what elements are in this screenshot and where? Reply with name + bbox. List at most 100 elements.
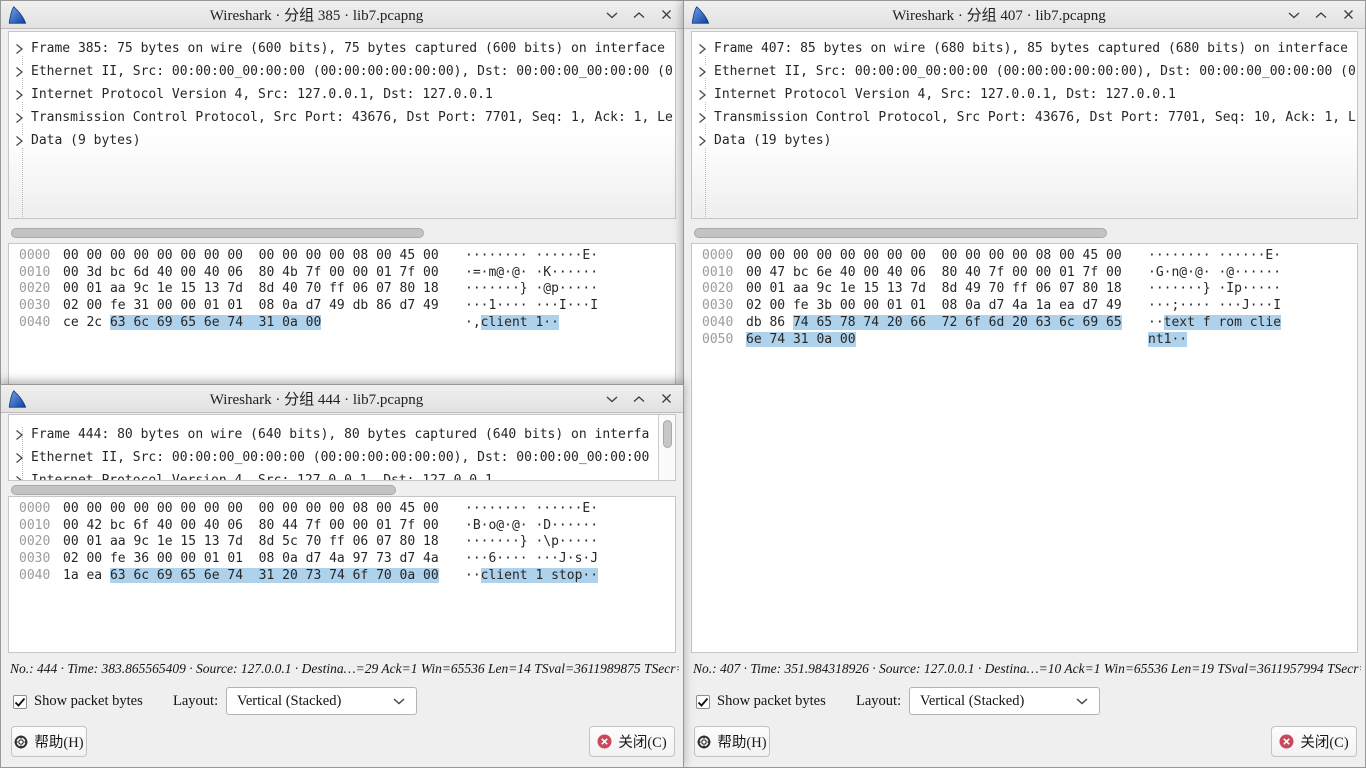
tree-row[interactable]: Data (9 bytes) <box>13 129 675 152</box>
ascii-bytes: ·G·n@·@· ·@······ <box>1148 265 1281 280</box>
help-button[interactable]: 帮助(H) <box>11 726 87 757</box>
maximize-button[interactable] <box>632 393 646 405</box>
hex-row[interactable]: 003002 00 fe 3b 00 00 01 01 08 0a d7 4a … <box>702 298 1357 315</box>
tree-row[interactable]: Frame 385: 75 bytes on wire (600 bits), … <box>13 37 675 60</box>
hex-offset: 0020 <box>702 281 733 298</box>
hex-row[interactable]: 002000 01 aa 9c 1e 15 13 7d 8d 49 70 ff … <box>702 281 1357 298</box>
tree-row[interactable]: Data (19 bytes) <box>696 129 1357 152</box>
wireshark-logo-icon <box>689 4 711 26</box>
protocol-tree: Frame 407: 85 bytes on wire (680 bits), … <box>691 31 1358 219</box>
expander-icon <box>13 429 25 441</box>
close-button[interactable]: 关闭(C) <box>589 726 675 757</box>
hex-row[interactable]: 002000 01 aa 9c 1e 15 13 7d 8d 40 70 ff … <box>19 281 675 298</box>
close-window-button[interactable] <box>659 9 673 21</box>
ascii-bytes: ········ ······E· <box>1148 248 1281 263</box>
tree-row[interactable]: Internet Protocol Version 4, Src: 127.0.… <box>13 83 675 106</box>
horizontal-scrollbar[interactable] <box>11 485 396 495</box>
expander-icon <box>13 66 25 78</box>
tree-row-label: Data (9 bytes) <box>31 129 141 152</box>
expander-icon <box>13 135 25 147</box>
protocol-tree: Frame 444: 80 bytes on wire (640 bits), … <box>8 414 676 481</box>
hex-row[interactable]: 0040db 86 74 65 78 74 20 66 72 6f 6d 20 … <box>702 315 1357 332</box>
hex-offset: 0000 <box>19 501 50 518</box>
expander-icon <box>696 112 708 124</box>
selected-bytes: 63 6c 69 65 6e 74 31 0a 00 <box>110 315 321 330</box>
hex-bytes: 00 3d bc 6d 40 00 40 06 80 4b 7f 00 00 0… <box>63 265 465 282</box>
hex-row[interactable]: 00506e 74 31 0a 00nt1·· <box>702 332 1357 349</box>
tree-row[interactable]: Ethernet II, Src: 00:00:00_00:00:00 (00:… <box>13 60 675 83</box>
tree-row-label: Data (19 bytes) <box>714 129 831 152</box>
vertical-scrollbar[interactable] <box>663 420 672 448</box>
layout-select[interactable]: Vertical (Stacked) <box>226 687 417 715</box>
minimize-button[interactable] <box>605 393 619 405</box>
hex-row[interactable]: 000000 00 00 00 00 00 00 00 00 00 00 00 … <box>19 501 675 518</box>
tree-row[interactable]: Internet Protocol Version 4, Src: 127.0.… <box>696 83 1357 106</box>
expander-icon <box>696 43 708 55</box>
hex-row[interactable]: 001000 3d bc 6d 40 00 40 06 80 4b 7f 00 … <box>19 265 675 282</box>
hex-row[interactable]: 000000 00 00 00 00 00 00 00 00 00 00 00 … <box>19 248 675 265</box>
hex-bytes: 02 00 fe 36 00 00 01 01 08 0a d7 4a 97 7… <box>63 551 465 568</box>
expander-icon <box>13 43 25 55</box>
selected-bytes: 74 65 78 74 20 66 72 6f 6d 20 63 6c 69 6… <box>793 315 1122 330</box>
minimize-button[interactable] <box>1287 9 1301 21</box>
hex-row[interactable]: 0040ce 2c 63 6c 69 65 6e 74 31 0a 00·,cl… <box>19 315 675 332</box>
maximize-button[interactable] <box>1314 9 1328 21</box>
ascii-bytes: ·······} ·\p····· <box>465 534 598 549</box>
packet-status-line: No.: 444 · Time: 383.865565409 · Source:… <box>10 661 679 677</box>
tree-row[interactable]: Ethernet II, Src: 00:00:00_00:00:00 (00:… <box>696 60 1357 83</box>
tree-row[interactable]: Internet Protocol Version 4, Src: 127.0.… <box>13 469 657 481</box>
layout-label: Layout: <box>173 693 218 710</box>
ascii-bytes: ·······} ·Ip····· <box>1148 281 1281 296</box>
close-window-button[interactable] <box>1341 9 1355 21</box>
tree-row-label: Frame 444: 80 bytes on wire (640 bits), … <box>31 423 649 446</box>
hex-row[interactable]: 001000 47 bc 6e 40 00 40 06 80 40 7f 00 … <box>702 265 1357 282</box>
maximize-button[interactable] <box>632 9 646 21</box>
selected-bytes: nt1·· <box>1148 332 1187 347</box>
show-packet-bytes-label: Show packet bytes <box>717 693 826 710</box>
help-button[interactable]: 帮助(H) <box>694 726 770 757</box>
tree-row-label: Internet Protocol Version 4, Src: 127.0.… <box>714 83 1176 106</box>
layout-label: Layout: <box>856 693 901 710</box>
window-title: Wireshark · 分组 407 · lib7.pcapng <box>711 4 1287 25</box>
tree-row[interactable]: Frame 407: 85 bytes on wire (680 bits), … <box>696 37 1357 60</box>
expander-icon <box>13 112 25 124</box>
tree-row[interactable]: Ethernet II, Src: 00:00:00_00:00:00 (00:… <box>13 446 657 469</box>
close-window-button[interactable] <box>659 393 673 405</box>
selected-bytes: client 1 stop·· <box>481 568 598 583</box>
layout-select[interactable]: Vertical (Stacked) <box>909 687 1100 715</box>
ascii-bytes: ··client 1 stop·· <box>465 568 598 583</box>
hex-bytes: 00 47 bc 6e 40 00 40 06 80 40 7f 00 00 0… <box>746 265 1148 282</box>
hex-row[interactable]: 002000 01 aa 9c 1e 15 13 7d 8d 5c 70 ff … <box>19 534 675 551</box>
tree-row[interactable]: Transmission Control Protocol, Src Port:… <box>696 106 1357 129</box>
ascii-bytes: ···1···· ···I···I <box>465 298 598 313</box>
tree-row[interactable]: Transmission Control Protocol, Src Port:… <box>13 106 675 129</box>
hex-row[interactable]: 000000 00 00 00 00 00 00 00 00 00 00 00 … <box>702 248 1357 265</box>
expander-icon <box>13 475 25 482</box>
hex-offset: 0010 <box>19 518 50 535</box>
hex-dump-pane: 000000 00 00 00 00 00 00 00 00 00 00 00 … <box>8 496 676 653</box>
close-circle-icon <box>1279 734 1294 749</box>
show-packet-bytes-checkbox[interactable] <box>13 695 27 709</box>
checkmark-icon <box>697 696 709 708</box>
horizontal-scrollbar[interactable] <box>11 228 424 238</box>
tree-row[interactable]: Frame 444: 80 bytes on wire (640 bits), … <box>13 423 657 446</box>
hex-offset: 0040 <box>19 568 50 585</box>
close-button[interactable]: 关闭(C) <box>1271 726 1357 757</box>
titlebar[interactable]: Wireshark · 分组 407 · lib7.pcapng <box>684 1 1365 29</box>
tree-row-label: Frame 385: 75 bytes on wire (600 bits), … <box>31 37 665 60</box>
horizontal-scrollbar[interactable] <box>694 228 1107 238</box>
minimize-button[interactable] <box>605 9 619 21</box>
hex-offset: 0040 <box>19 315 50 332</box>
hex-offset: 0020 <box>19 534 50 551</box>
hex-row[interactable]: 003002 00 fe 36 00 00 01 01 08 0a d7 4a … <box>19 551 675 568</box>
titlebar[interactable]: Wireshark · 分组 385 · lib7.pcapng <box>1 1 683 29</box>
chevron-down-icon <box>1076 698 1088 705</box>
hex-row[interactable]: 00401a ea 63 6c 69 65 6e 74 31 20 73 74 … <box>19 568 675 585</box>
hex-bytes: 02 00 fe 31 00 00 01 01 08 0a d7 49 db 8… <box>63 298 465 315</box>
hex-row[interactable]: 001000 42 bc 6f 40 00 40 06 80 44 7f 00 … <box>19 518 675 535</box>
expander-icon <box>13 89 25 101</box>
show-packet-bytes-checkbox[interactable] <box>696 695 710 709</box>
titlebar[interactable]: Wireshark · 分组 444 · lib7.pcapng <box>1 385 683 413</box>
ascii-bytes: ········ ······E· <box>465 501 598 516</box>
hex-row[interactable]: 003002 00 fe 31 00 00 01 01 08 0a d7 49 … <box>19 298 675 315</box>
